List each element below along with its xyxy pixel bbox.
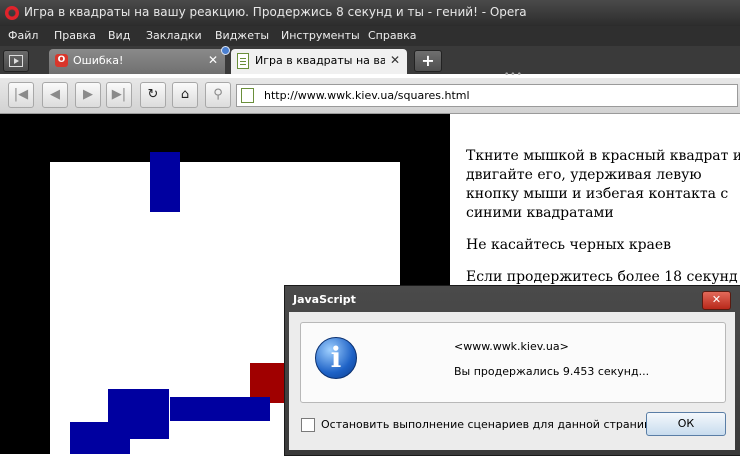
menu-tools[interactable]: Инструменты [281,29,360,42]
blue-square [170,397,270,421]
dialog-message-box: i <www.wwk.kiev.ua> Вы продержались 9.45… [300,322,726,403]
wand-button[interactable]: ⚲ [205,82,231,108]
dialog-title: JavaScript [293,293,356,306]
home-icon: ⌂ [180,87,190,102]
stop-scripts-label[interactable]: Остановить выполнение сценариев для данн… [321,418,660,431]
opera-error-icon: O [55,54,68,67]
instruction-paragraph: Ткните мышкой в красный квадрат и двигай… [466,148,740,221]
title-bar: Игра в квадраты на вашу реакцию. Продерж… [0,0,740,26]
key-icon: ⚲ [213,87,223,102]
dialog-close-button[interactable]: ✕ [702,291,731,310]
blue-square [70,422,130,454]
menu-help[interactable]: Справка [368,29,416,42]
forward-button[interactable]: ▶ [75,82,101,108]
ok-button[interactable]: ОК [646,412,726,436]
page-icon [237,53,249,69]
tab-label: Игра в квадраты на ваш... [255,54,385,67]
menu-bar: Файл Правка Вид Закладки Виджеты Инструм… [0,26,740,46]
opera-logo-icon [5,6,19,20]
address-bar[interactable]: http://www.wwk.kiev.ua/squares.html [236,84,738,107]
navigation-toolbar: |◀ ◀ ▶ ▶| ↻ ⌂ ⚲ http://www.wwk.kiev.ua/s… [0,78,740,114]
close-icon: ✕ [711,293,722,306]
window-title: Игра в квадраты на вашу реакцию. Продерж… [24,5,527,19]
new-tab-button[interactable]: + [414,50,442,72]
instruction-paragraph: Не касайтесь черных краев [466,237,672,253]
javascript-alert-dialog: JavaScript ✕ i <www.wwk.kiev.ua> Вы прод… [284,285,740,456]
rewind-button[interactable]: |◀ [8,82,34,108]
back-icon: ◀ [50,87,60,102]
tab-error[interactable]: O Ошибка! ✕ [49,49,225,74]
panel-icon [9,55,23,67]
address-url: http://www.wwk.kiev.ua/squares.html [264,89,470,102]
forward-icon: ▶ [83,87,93,102]
page-icon [241,88,254,103]
menu-bookmarks[interactable]: Закладки [146,29,202,42]
menu-edit[interactable]: Правка [54,29,96,42]
tab-label: Ошибка! [73,54,124,67]
dialog-body: i <www.wwk.kiev.ua> Вы продержались 9.45… [289,312,735,450]
tab-close-icon[interactable]: ✕ [208,53,218,67]
menu-view[interactable]: Вид [108,29,130,42]
fast-forward-icon: ▶| [111,87,127,102]
back-button[interactable]: ◀ [42,82,68,108]
tab-loading-indicator [221,46,230,55]
reload-button[interactable]: ↻ [140,82,166,108]
stop-scripts-checkbox[interactable] [301,418,315,432]
panels-toggle-button[interactable] [3,50,29,72]
home-button[interactable]: ⌂ [172,82,198,108]
menu-widgets[interactable]: Виджеты [215,29,269,42]
dialog-message: Вы продержались 9.453 секунд... [454,365,650,378]
dialog-host: <www.wwk.kiev.ua> [454,340,569,353]
game-instructions: Ткните мышкой в красный квадрат и двигай… [466,147,740,300]
info-icon: i [315,337,357,379]
fast-forward-button[interactable]: ▶| [106,82,132,108]
rewind-icon: |◀ [13,87,29,102]
blue-square [150,152,180,212]
reload-icon: ↻ [147,87,159,102]
tab-squares-game[interactable]: Игра в квадраты на ваш... ✕ [231,49,407,74]
tab-close-icon[interactable]: ✕ [390,53,400,67]
tab-bar: O Ошибка! ✕ Игра в квадраты на ваш... ✕ … [0,46,740,74]
menu-file[interactable]: Файл [8,29,38,42]
